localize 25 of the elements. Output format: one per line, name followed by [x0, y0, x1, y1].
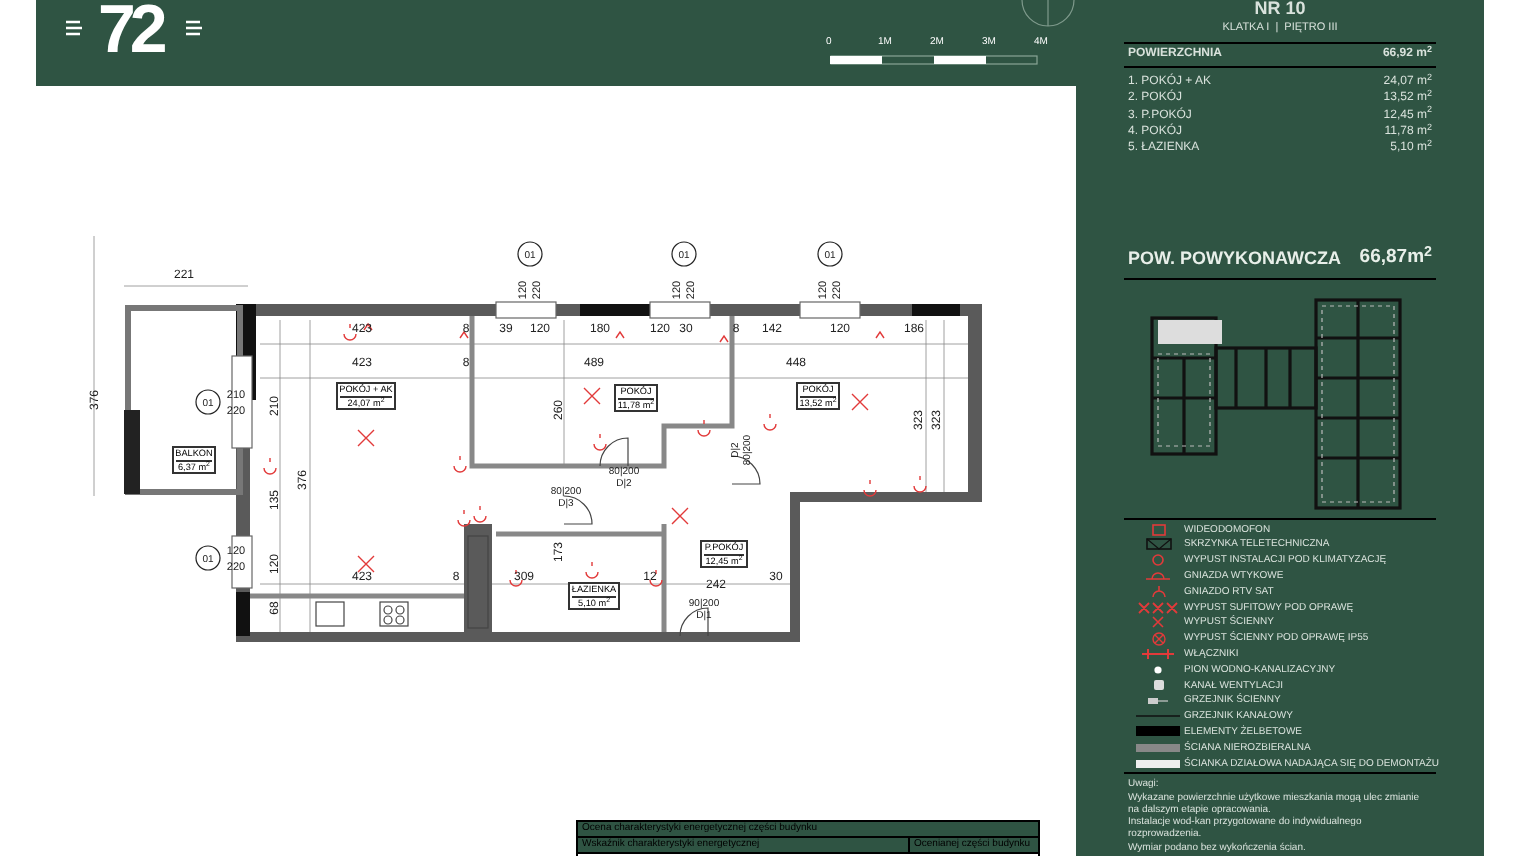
final-area-value: 66,87m$^{2}$ — [1359, 244, 1432, 273]
compass-icon — [1020, 0, 1076, 28]
logo: 72 — [98, 0, 165, 64]
intercom-symbol-icon — [1151, 523, 1165, 536]
line-symbol-icon — [1136, 714, 1180, 719]
box-symbol-icon — [1145, 538, 1171, 551]
window-tag-circle — [517, 241, 543, 267]
socket-symbol-icon — [1151, 585, 1165, 598]
window-tag-circle — [195, 545, 221, 571]
switch-symbol-icon — [1142, 648, 1174, 660]
window-tag-circle — [195, 389, 221, 415]
window-tag-circle — [817, 241, 843, 267]
radiator-symbol-icon — [1148, 697, 1168, 704]
logo-stripes-icon — [66, 20, 82, 36]
socket-symbol-icon — [1146, 572, 1170, 581]
bar-symbol-icon — [1136, 759, 1180, 768]
window-tag-circle — [671, 241, 697, 267]
square-symbol-icon — [1153, 680, 1163, 691]
dot-symbol-icon — [1154, 665, 1162, 674]
bar-symbol-icon — [1136, 743, 1180, 752]
final-area-label: POW. POWYKONAWCZA — [1128, 246, 1341, 273]
apartment-number: NR 10 — [1252, 0, 1308, 18]
logo-stripes-icon — [185, 20, 202, 36]
circle-symbol-icon — [1152, 554, 1164, 567]
bar-symbol-icon — [1136, 726, 1180, 737]
